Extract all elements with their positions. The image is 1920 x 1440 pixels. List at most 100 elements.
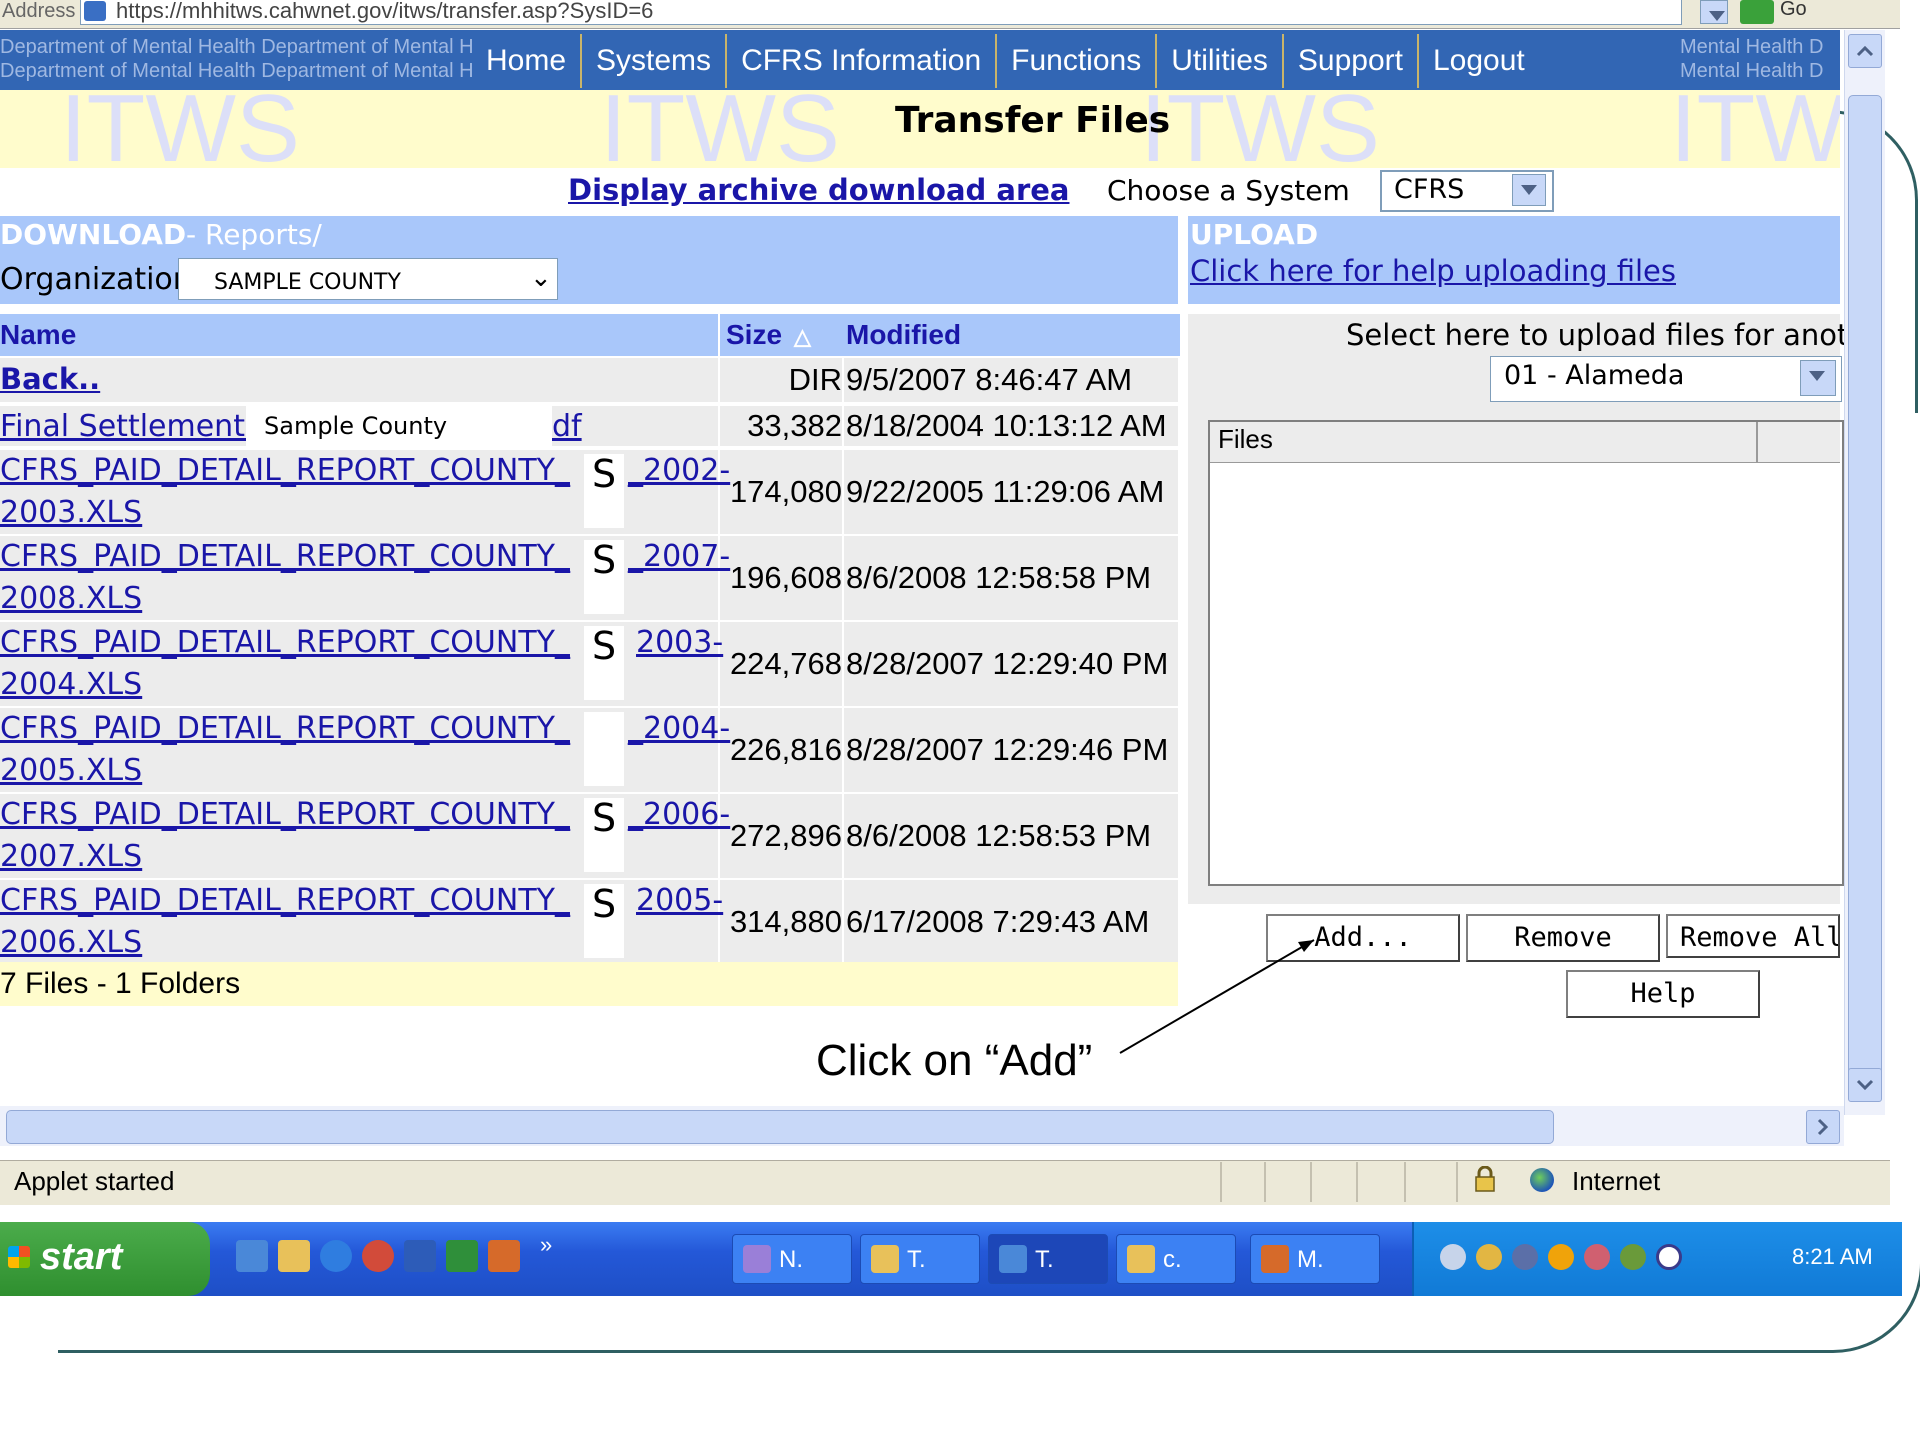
redaction-mark: S	[584, 884, 624, 958]
file-link-suffix[interactable]: _2004-	[628, 708, 730, 750]
go-arrow-icon[interactable]	[1740, 0, 1774, 24]
table-footer: 7 Files - 1 Folders	[0, 962, 1178, 1006]
taskbar-item[interactable]: c.	[1116, 1234, 1236, 1284]
quicklaunch-more-icon[interactable]: »	[540, 1232, 552, 1258]
nav-utilities[interactable]: Utilities	[1155, 34, 1282, 88]
file-link[interactable]: CFRS_PAID_DETAIL_REPORT_COUNTY_	[0, 450, 570, 492]
chevron-down-icon[interactable]: ⌄	[530, 262, 552, 294]
file-link-suffix[interactable]: _2006-	[628, 794, 730, 836]
column-header-modified[interactable]: Modified	[844, 314, 1180, 356]
chevron-down-icon[interactable]	[1512, 174, 1546, 206]
globe-icon	[1530, 1168, 1554, 1192]
file-link-tail[interactable]: df	[552, 406, 582, 448]
upload-title: UPLOAD	[1190, 218, 1319, 251]
horizontal-scroll-thumb[interactable]	[6, 1110, 1554, 1144]
itws-watermark: ITWS	[60, 90, 300, 168]
nav-logout[interactable]: Logout	[1416, 34, 1539, 88]
itws-watermark: ITWS	[600, 90, 840, 168]
powerpoint-quicklaunch-icon[interactable]	[488, 1240, 520, 1272]
taskbar-item[interactable]: M.	[1250, 1234, 1380, 1284]
monitor-icon[interactable]	[1512, 1244, 1538, 1270]
sort-asc-icon: △	[794, 324, 811, 349]
main-nav: Home Systems CFRS Information Functions …	[472, 34, 1539, 88]
system-select-value[interactable]: CFRS	[1394, 174, 1464, 205]
page-title: Transfer Files	[895, 100, 1171, 141]
chevron-down-icon[interactable]	[1800, 360, 1836, 396]
nav-support[interactable]: Support	[1281, 34, 1417, 88]
browser-quicklaunch-icon[interactable]	[320, 1240, 352, 1272]
help-button[interactable]: Help	[1566, 970, 1760, 1018]
file-link[interactable]: CFRS_PAID_DETAIL_REPORT_COUNTY_	[0, 708, 570, 750]
status-divider	[1404, 1162, 1406, 1202]
county-select-value[interactable]: 01 - Alameda	[1504, 360, 1684, 391]
file-link-line2[interactable]: 2007.XLS	[0, 836, 142, 878]
file-link[interactable]: CFRS_PAID_DETAIL_REPORT_COUNTY_	[0, 536, 570, 578]
file-link-line2[interactable]: 2005.XLS	[0, 750, 142, 792]
excel-quicklaunch-icon[interactable]	[446, 1240, 478, 1272]
security-icon[interactable]	[1584, 1244, 1610, 1270]
redaction-label: Sample County	[246, 406, 552, 446]
nav-systems[interactable]: Systems	[580, 34, 726, 88]
callout-text: Click on “Add”	[816, 1036, 1093, 1085]
column-divider	[1756, 422, 1758, 462]
clock-app-icon[interactable]	[1656, 1244, 1682, 1270]
word-quicklaunch-icon[interactable]	[404, 1240, 436, 1272]
remove-button[interactable]: Remove	[1466, 914, 1660, 962]
file-link-line2[interactable]: 2008.XLS	[0, 578, 142, 620]
file-link[interactable]: Final Settlement fo	[0, 406, 283, 448]
column-header-name[interactable]: Name	[0, 314, 718, 356]
start-label[interactable]: start	[40, 1236, 122, 1279]
nav-cfrs-information[interactable]: CFRS Information	[725, 34, 996, 88]
file-link-suffix[interactable]: _2007-	[628, 536, 730, 578]
file-link[interactable]: Back..	[0, 358, 100, 400]
taskbar-item-label: T.	[1035, 1246, 1054, 1273]
file-link-suffix[interactable]: 2003-	[636, 622, 723, 664]
app-icon	[743, 1245, 771, 1273]
powerpoint-icon	[1261, 1245, 1289, 1273]
scroll-down-icon[interactable]	[1848, 1068, 1882, 1102]
update-icon[interactable]	[1548, 1244, 1574, 1270]
file-modified: 8/28/2007 12:29:40 PM	[846, 646, 1169, 681]
upload-file-list[interactable]	[1208, 420, 1844, 886]
file-link[interactable]: CFRS_PAID_DETAIL_REPORT_COUNTY_	[0, 880, 570, 922]
organization-value[interactable]: SAMPLE COUNTY	[214, 270, 401, 295]
page-icon	[84, 1, 106, 21]
pencil-icon[interactable]	[1476, 1244, 1502, 1270]
file-modified: 8/6/2008 12:58:53 PM	[846, 818, 1152, 853]
address-url[interactable]: https://mhhitws.cahwnet.gov/itws/transfe…	[116, 0, 653, 24]
vertical-scroll-thumb[interactable]	[1848, 95, 1882, 1097]
file-link-suffix[interactable]: _2002-	[628, 450, 730, 492]
network-icon[interactable]	[1440, 1244, 1466, 1270]
file-link-line2[interactable]: 2003.XLS	[0, 492, 142, 534]
upload-help-link[interactable]: Click here for help uploading files	[1190, 254, 1676, 288]
ie-quicklaunch-icon[interactable]	[236, 1240, 268, 1272]
file-modified: 9/5/2007 8:46:47 AM	[846, 362, 1133, 397]
folder-quicklaunch-icon[interactable]	[278, 1240, 310, 1272]
file-link-line2[interactable]: 2006.XLS	[0, 922, 142, 964]
address-dropdown-icon[interactable]	[1700, 0, 1728, 24]
file-link[interactable]: CFRS_PAID_DETAIL_REPORT_COUNTY_	[0, 622, 570, 664]
media-quicklaunch-icon[interactable]	[362, 1240, 394, 1272]
nav-home[interactable]: Home	[472, 34, 581, 88]
name-header-label[interactable]: Name	[0, 319, 76, 350]
file-link[interactable]: CFRS_PAID_DETAIL_REPORT_COUNTY_	[0, 794, 570, 836]
size-header-label[interactable]: Size	[726, 319, 782, 350]
nav-functions[interactable]: Functions	[995, 34, 1156, 88]
archive-download-link[interactable]: Display archive download area	[568, 173, 1069, 207]
file-link-line2[interactable]: 2004.XLS	[0, 664, 142, 706]
scroll-up-icon[interactable]	[1848, 34, 1882, 68]
file-modified: 8/18/2004 10:13:12 AM	[846, 408, 1167, 443]
file-link-suffix[interactable]: 2005-	[636, 880, 723, 922]
redaction-mark: S	[584, 540, 624, 614]
scroll-right-icon[interactable]	[1806, 1110, 1840, 1144]
antivirus-icon[interactable]	[1620, 1244, 1646, 1270]
column-header-size[interactable]: Size △	[720, 314, 848, 356]
taskbar-item[interactable]: N.	[732, 1234, 852, 1284]
modified-header-label[interactable]: Modified	[846, 319, 961, 350]
go-button[interactable]: Go	[1780, 0, 1807, 21]
callout-arrow	[1119, 939, 1315, 1054]
taskbar-item[interactable]: T.	[860, 1234, 980, 1284]
remove-all-button[interactable]: Remove All	[1666, 914, 1840, 958]
itws-watermark: ITWS	[1140, 90, 1380, 168]
taskbar-item[interactable]: T.	[988, 1234, 1108, 1284]
